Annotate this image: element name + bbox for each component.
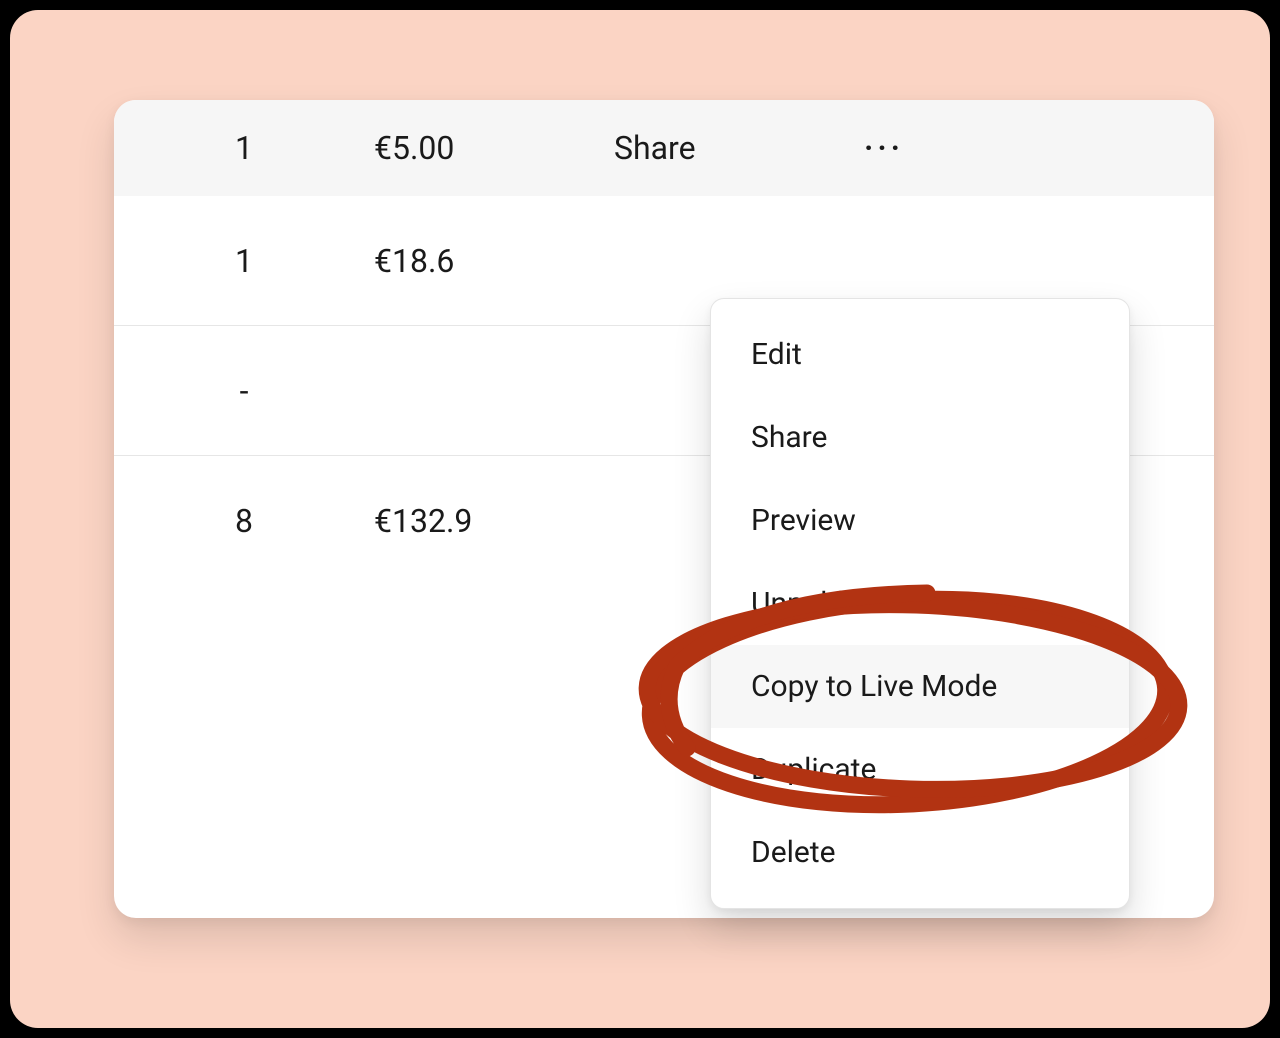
cell-price: €132.9 <box>374 502 614 540</box>
share-button[interactable]: Share <box>614 129 824 167</box>
menu-item-share[interactable]: Share <box>711 396 1129 479</box>
menu-item-preview[interactable]: Preview <box>711 479 1129 562</box>
cell-price: €18.6 <box>374 242 614 280</box>
menu-item-edit[interactable]: Edit <box>711 313 1129 396</box>
table-card: 1 €5.00 Share ··· 1 €18.6 - 8 €132.9 Edi… <box>114 100 1214 918</box>
cell-qty: 8 <box>114 502 374 540</box>
menu-item-duplicate[interactable]: Duplicate <box>711 728 1129 811</box>
menu-item-delete[interactable]: Delete <box>711 811 1129 894</box>
cell-qty: - <box>114 372 374 410</box>
menu-item-copy-to-live-mode[interactable]: Copy to Live Mode <box>711 645 1129 728</box>
table-header-row: 1 €5.00 Share ··· <box>114 100 1214 196</box>
cell-qty: 1 <box>114 242 374 280</box>
more-options-button[interactable]: ··· <box>824 129 944 167</box>
context-menu: Edit Share Preview Unpublish Copy to Liv… <box>710 298 1130 909</box>
header-price: €5.00 <box>374 129 614 167</box>
header-qty: 1 <box>114 129 374 167</box>
menu-item-unpublish[interactable]: Unpublish <box>711 562 1129 645</box>
background-frame: 1 €5.00 Share ··· 1 €18.6 - 8 €132.9 Edi… <box>10 10 1270 1028</box>
